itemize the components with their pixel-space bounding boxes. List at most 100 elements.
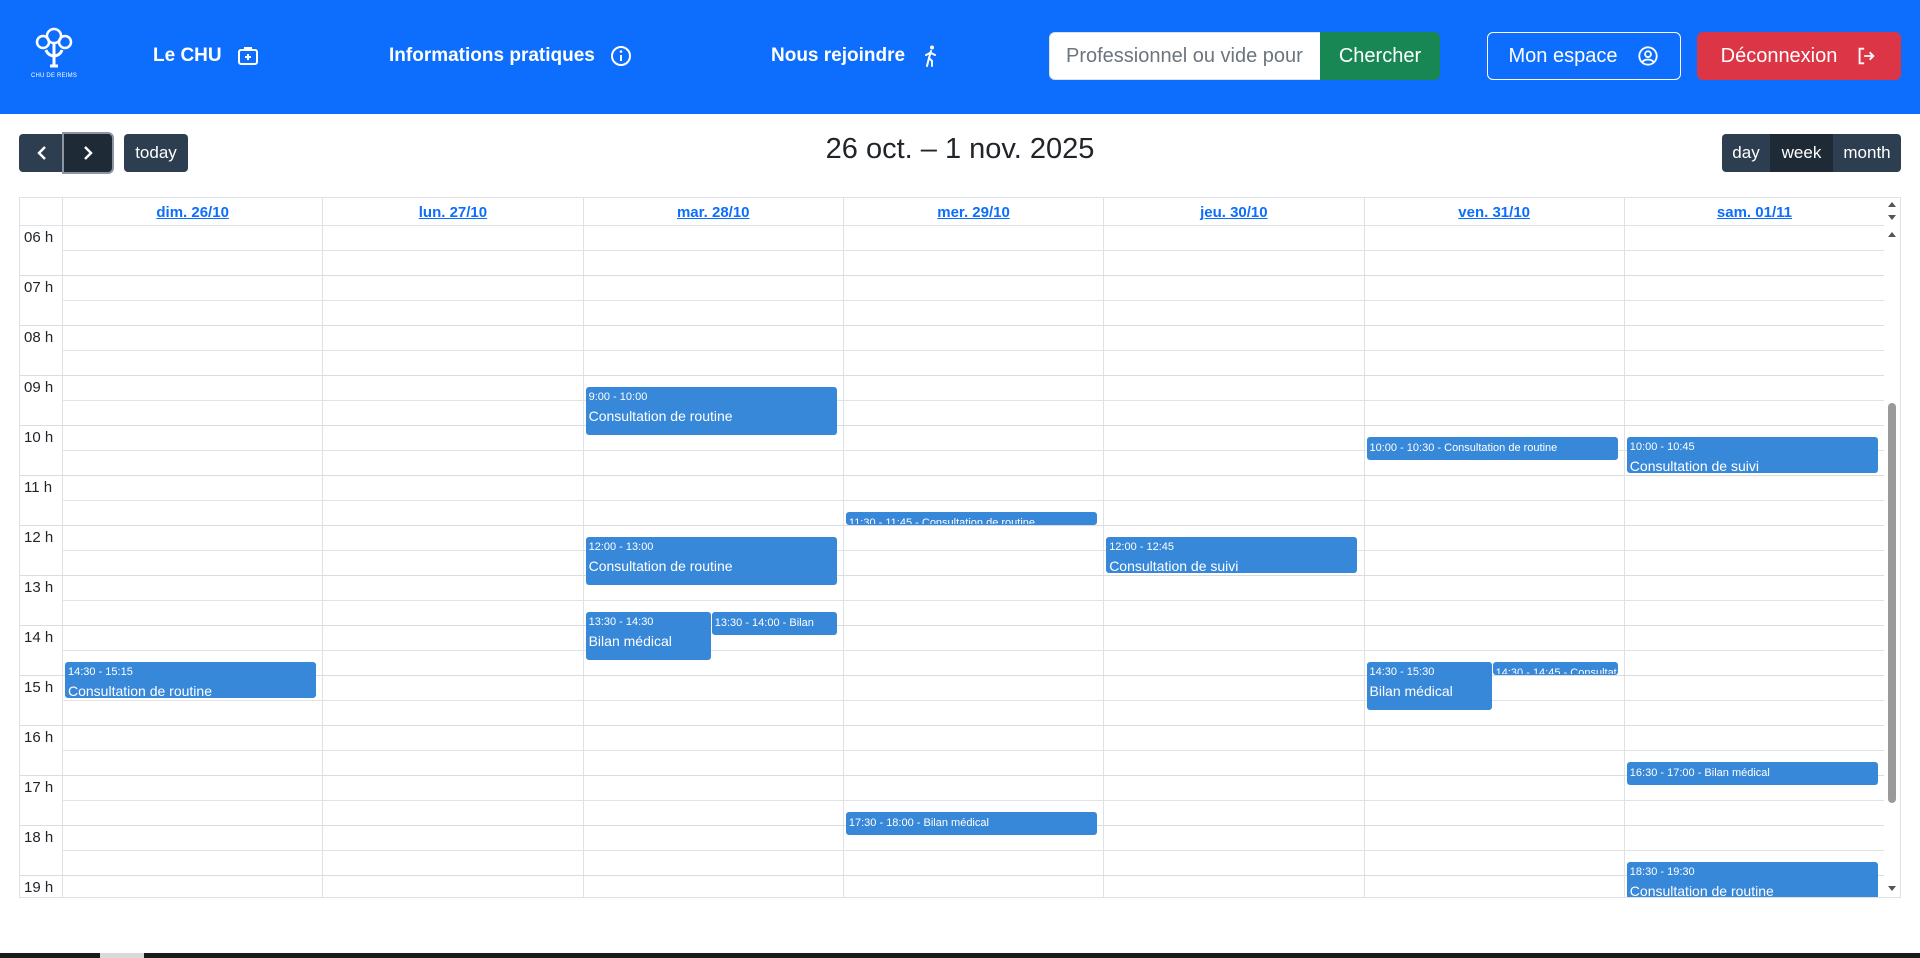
hour-label: 14 h xyxy=(24,629,54,646)
event-time: 10:00 - 10:45 xyxy=(1629,441,1695,453)
hour-label: 06 h xyxy=(24,229,54,246)
hour-line xyxy=(20,275,1884,276)
calendar-event[interactable]: 16:30 - 17:00 - Bilan médical xyxy=(1626,762,1879,785)
calendar-event[interactable]: 13:30 - 14:30 Bilan médical xyxy=(585,612,711,660)
scroll-thumb[interactable] xyxy=(1888,403,1896,803)
day-column-divider xyxy=(1623,226,1625,897)
event-summary: 11:30 - 11:45 - Consultation de routine xyxy=(848,515,1094,525)
search-button[interactable]: Chercher xyxy=(1320,32,1440,80)
event-time: 11:30 - 11:45 xyxy=(848,517,913,525)
calendar-title: 26 oct. – 1 nov. 2025 xyxy=(825,133,1095,165)
calendar-event[interactable]: 18:30 - 19:30 Consultation de routine xyxy=(1626,862,1879,897)
hour-label: 18 h xyxy=(24,829,54,846)
person-walking-icon xyxy=(925,45,937,67)
hour-label: 13 h xyxy=(24,579,54,596)
calendar-event[interactable]: 11:30 - 11:45 - Consultation de routine xyxy=(845,512,1098,525)
hour-label: 17 h xyxy=(24,779,54,796)
event-time: 14:30 - 14:45 xyxy=(1495,667,1561,675)
scroll-down-arrow-icon[interactable] xyxy=(1888,886,1896,891)
day-headers: dim. 26/10 lun. 27/10 mar. 28/10 mer. 29/10… xyxy=(20,198,1884,226)
half-hour-line xyxy=(62,300,1884,301)
nav-nous-rejoindre[interactable]: Nous rejoindre xyxy=(771,42,943,70)
medical-kit-icon xyxy=(237,47,258,65)
event-separator: - xyxy=(1434,442,1445,454)
half-hour-line xyxy=(62,550,1884,551)
user-circle-icon xyxy=(1638,46,1659,66)
event-time: 17:30 - 18:00 xyxy=(848,817,914,829)
calendar-event[interactable]: 10:00 - 10:30 - Consultation de routine xyxy=(1366,437,1618,460)
nav-le-chu-label: Le CHU xyxy=(153,45,222,66)
event-time: 13:30 - 14:00 xyxy=(714,617,780,629)
day-header[interactable]: lun. 27/10 xyxy=(322,198,582,226)
calendar-event[interactable]: 14:30 - 15:30 Bilan médical xyxy=(1366,662,1492,710)
logout-button[interactable]: Déconnexion xyxy=(1697,32,1901,80)
calendar-event[interactable]: 13:30 - 14:00 - Bilan xyxy=(711,612,837,635)
event-separator: - xyxy=(779,617,790,629)
event-separator: - xyxy=(1560,667,1571,675)
hour-label: 10 h xyxy=(24,429,54,446)
hour-line xyxy=(20,875,1884,876)
event-title: Consultation de routine xyxy=(1570,667,1617,675)
event-time: 9:00 - 10:00 xyxy=(588,391,648,403)
nav-rejoindre-label: Nous rejoindre xyxy=(771,45,906,66)
view-day-button[interactable]: day xyxy=(1722,134,1770,172)
day-header[interactable]: ven. 31/10 xyxy=(1363,198,1624,226)
day-column-divider xyxy=(62,226,63,897)
event-title: Bilan médical xyxy=(1369,683,1453,699)
event-title: Bilan xyxy=(789,617,814,629)
half-hour-line xyxy=(62,800,1884,801)
half-hour-line xyxy=(62,400,1884,401)
calendar-event[interactable]: 9:00 - 10:00 Consultation de routine xyxy=(585,387,837,435)
hour-line xyxy=(20,425,1884,426)
event-time: 14:30 - 15:30 xyxy=(1369,666,1435,678)
hour-label: 09 h xyxy=(24,379,54,396)
scroll-down-arrow-icon[interactable] xyxy=(1888,215,1896,220)
calendar-event[interactable]: 17:30 - 18:00 - Bilan médical xyxy=(845,812,1098,835)
view-month-button[interactable]: month xyxy=(1833,134,1901,172)
day-header[interactable]: mar. 28/10 xyxy=(582,198,843,226)
event-separator: - xyxy=(912,517,922,525)
calendar-event[interactable]: 12:00 - 12:45 Consultation de suivi xyxy=(1106,537,1358,573)
nav-le-chu[interactable]: Le CHU xyxy=(153,42,260,70)
day-column-divider xyxy=(1363,226,1365,897)
day-column-divider xyxy=(582,226,584,897)
half-hour-line xyxy=(62,750,1884,751)
event-title: Consultation de routine xyxy=(1444,442,1558,454)
half-hour-line xyxy=(62,650,1884,651)
day-header[interactable]: dim. 26/10 xyxy=(62,198,322,226)
chu-logo[interactable]: CHU DE REIMS xyxy=(30,26,78,84)
event-time: 13:30 - 14:30 xyxy=(588,616,654,628)
hour-line xyxy=(20,575,1884,576)
event-summary: 10:00 - 10:30 - Consultation de routine xyxy=(1370,440,1615,456)
day-header[interactable]: jeu. 30/10 xyxy=(1103,198,1363,226)
day-column-divider xyxy=(842,226,844,897)
scroll-up-arrow-icon[interactable] xyxy=(1888,202,1896,207)
time-grid[interactable]: 06 h 07 h 08 h 09 h 10 h 11 h 12 h 13 h 14 h 15 h… xyxy=(20,226,1886,897)
half-hour-line xyxy=(62,700,1884,701)
day-header[interactable]: mer. 29/10 xyxy=(842,198,1103,226)
my-space-button[interactable]: Mon espace xyxy=(1487,32,1681,80)
event-summary: 14:30 - 14:45 - Consultation de routine xyxy=(1495,665,1617,675)
event-title: Consultation de suivi xyxy=(1629,458,1759,473)
view-week-button[interactable]: week xyxy=(1770,134,1833,172)
calendar-event[interactable]: 14:30 - 14:45 - Consultation de routine xyxy=(1492,662,1618,675)
search-input[interactable] xyxy=(1049,32,1320,80)
bottom-edge-tab xyxy=(100,953,144,958)
hour-line xyxy=(20,475,1884,476)
half-hour-line xyxy=(62,350,1884,351)
event-separator: - xyxy=(913,817,924,829)
event-title: Consultation de suivi xyxy=(1109,558,1239,573)
calendar-event[interactable]: 10:00 - 10:45 Consultation de suivi xyxy=(1626,437,1879,473)
day-column-divider xyxy=(1103,226,1105,897)
calendar-event[interactable]: 12:00 - 13:00 Consultation de routine xyxy=(585,537,837,585)
hour-line xyxy=(20,775,1884,776)
calendar-event[interactable]: 14:30 - 15:15 Consultation de routine xyxy=(65,662,317,698)
scrollbar[interactable] xyxy=(1884,198,1900,897)
hour-label: 07 h xyxy=(24,279,54,296)
scroll-up-arrow-icon[interactable] xyxy=(1888,232,1896,237)
logo-text: CHU DE REIMS xyxy=(30,73,78,79)
nav-informations-pratiques[interactable]: Informations pratiques xyxy=(389,42,633,70)
day-header[interactable]: sam. 01/11 xyxy=(1623,198,1884,226)
event-time: 14:30 - 15:15 xyxy=(68,666,133,678)
event-title: Consultation de routine xyxy=(68,683,212,698)
